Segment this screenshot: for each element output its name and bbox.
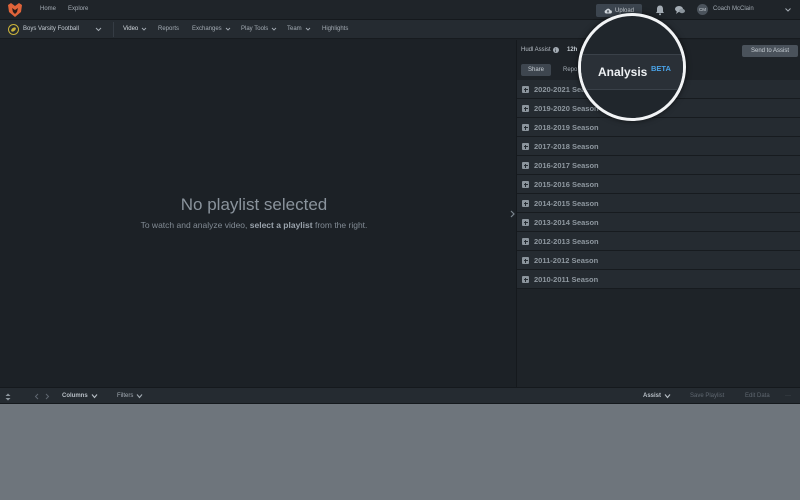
bottom-toolbar: Columns Filters Assist Save Playlist Edi… [0, 387, 800, 404]
expand-plus-icon[interactable] [522, 276, 529, 283]
season-label: 2013-2014 Season [534, 218, 599, 227]
team-selector[interactable]: Boys Varsity Football [23, 26, 79, 32]
assist-hours: 12h [567, 47, 578, 53]
hudl-assist-label: Hudl Assist i [521, 47, 559, 53]
chevron-down-icon [664, 394, 671, 399]
bell-icon[interactable] [654, 4, 666, 16]
nav-highlights-label: Highlights [322, 26, 349, 32]
hudl-logo-icon[interactable] [6, 2, 24, 18]
season-row[interactable]: 2015-2016 Season [517, 175, 800, 194]
nav-team[interactable]: Team [287, 26, 311, 32]
season-label: 2017-2018 Season [534, 142, 599, 151]
tab-share[interactable]: Share [521, 64, 551, 76]
expand-plus-icon[interactable] [522, 86, 529, 93]
user-avatar[interactable]: CM [697, 4, 708, 15]
chevron-down-icon [271, 27, 277, 31]
info-icon[interactable]: i [552, 47, 559, 53]
season-label: 2015-2016 Season [534, 180, 599, 189]
season-row[interactable]: 2016-2017 Season [517, 156, 800, 175]
season-row[interactable]: 2011-2012 Season [517, 251, 800, 270]
empty-state-subtitle: To watch and analyze video, select a pla… [0, 220, 508, 230]
chevron-down-icon [305, 27, 310, 31]
season-label: 2018-2019 Season [534, 123, 599, 132]
season-row[interactable]: 2010-2011 Season [517, 270, 800, 289]
season-row[interactable]: 2012-2013 Season [517, 232, 800, 251]
season-label: 2012-2013 Season [534, 237, 599, 246]
season-label: 2016-2017 Season [534, 161, 599, 170]
messages-icon[interactable] [674, 4, 686, 16]
beta-badge: BETA [651, 64, 671, 73]
season-label: 2011-2012 Season [534, 256, 599, 265]
assist-dropdown[interactable]: Assist [643, 393, 671, 399]
expand-plus-icon[interactable] [522, 238, 529, 245]
analysis-magnifier-callout: Analysis BETA [578, 13, 686, 121]
chevron-down-icon [141, 27, 147, 31]
season-row[interactable]: 2014-2015 Season [517, 194, 800, 213]
avatar-initials: CM [699, 7, 706, 12]
nav-play-tools[interactable]: Play Tools [241, 26, 277, 32]
chevron-down-icon [91, 394, 98, 399]
nav-highlights[interactable]: Highlights [322, 26, 348, 32]
nav-video[interactable]: Video [123, 26, 147, 32]
expand-plus-icon[interactable] [522, 257, 529, 264]
edit-data-button[interactable]: Edit Data [745, 393, 770, 399]
nav-home-link[interactable]: Home [40, 6, 56, 12]
tab-reports[interactable]: Repo [563, 67, 577, 73]
empty-sub-suffix: from the right. [312, 220, 368, 230]
chevron-down-icon[interactable] [784, 6, 792, 14]
app-window: Home Explore Upload CM Coach McClain Boy… [0, 0, 800, 500]
cloud-upload-icon [604, 8, 612, 13]
save-playlist-button[interactable]: Save Playlist [690, 393, 724, 399]
prev-next-arrows-icon[interactable] [34, 393, 50, 400]
expand-plus-icon[interactable] [522, 162, 529, 169]
expand-plus-icon[interactable] [522, 181, 529, 188]
expand-plus-icon[interactable] [522, 219, 529, 226]
expand-plus-icon[interactable] [522, 143, 529, 150]
send-to-assist-button[interactable]: Send to Assist [742, 45, 798, 57]
team-nav-bar: Boys Varsity Football Video Reports Exch… [0, 20, 800, 39]
chevron-down-icon [225, 27, 231, 31]
season-label: 2010-2011 Season [534, 275, 599, 284]
hudl-assist-text: Hudl Assist [521, 47, 551, 53]
empty-sub-prefix: To watch and analyze video, [140, 220, 250, 230]
season-row[interactable]: 2018-2019 Season [517, 118, 800, 137]
user-name-label[interactable]: Coach McClain [713, 6, 754, 12]
empty-state-title: No playlist selected [180, 195, 328, 214]
more-options-button[interactable]: ··· [785, 393, 791, 399]
sort-icon[interactable] [5, 393, 11, 401]
chevron-down-icon[interactable] [95, 26, 102, 33]
nav-explore-link[interactable]: Explore [68, 6, 88, 12]
filters-label: Filters [117, 393, 134, 399]
top-bar: Home Explore Upload CM Coach McClain [0, 0, 800, 20]
nav-play-tools-label: Play Tools [241, 26, 269, 32]
expand-plus-icon[interactable] [522, 105, 529, 112]
collapse-panel-icon[interactable] [509, 210, 516, 218]
nav-exchanges[interactable]: Exchanges [192, 26, 231, 32]
columns-dropdown[interactable]: Columns [62, 393, 98, 399]
tab-analysis[interactable]: Analysis [598, 65, 647, 79]
data-grid-area [0, 404, 800, 500]
nav-exchanges-label: Exchanges [192, 26, 222, 32]
chevron-down-icon [136, 394, 143, 399]
nav-team-label: Team [287, 26, 302, 32]
season-label: 2014-2015 Season [534, 199, 599, 208]
video-pane: No playlist selected To watch and analyz… [0, 40, 516, 387]
season-label: 2019-2020 Season [534, 104, 599, 113]
nav-reports[interactable]: Reports [158, 26, 179, 32]
empty-sub-bold: select a playlist [249, 220, 313, 230]
nav-reports-label: Reports [158, 26, 180, 32]
season-row[interactable]: 2017-2018 Season [517, 137, 800, 156]
nav-divider [113, 22, 114, 37]
football-icon [8, 24, 19, 35]
expand-plus-icon[interactable] [522, 200, 529, 207]
nav-video-label: Video [123, 26, 139, 32]
season-row[interactable]: 2013-2014 Season [517, 213, 800, 232]
expand-plus-icon[interactable] [522, 124, 529, 131]
columns-label: Columns [62, 393, 88, 399]
filters-dropdown[interactable]: Filters [117, 393, 143, 399]
assist-label: Assist [643, 393, 662, 399]
